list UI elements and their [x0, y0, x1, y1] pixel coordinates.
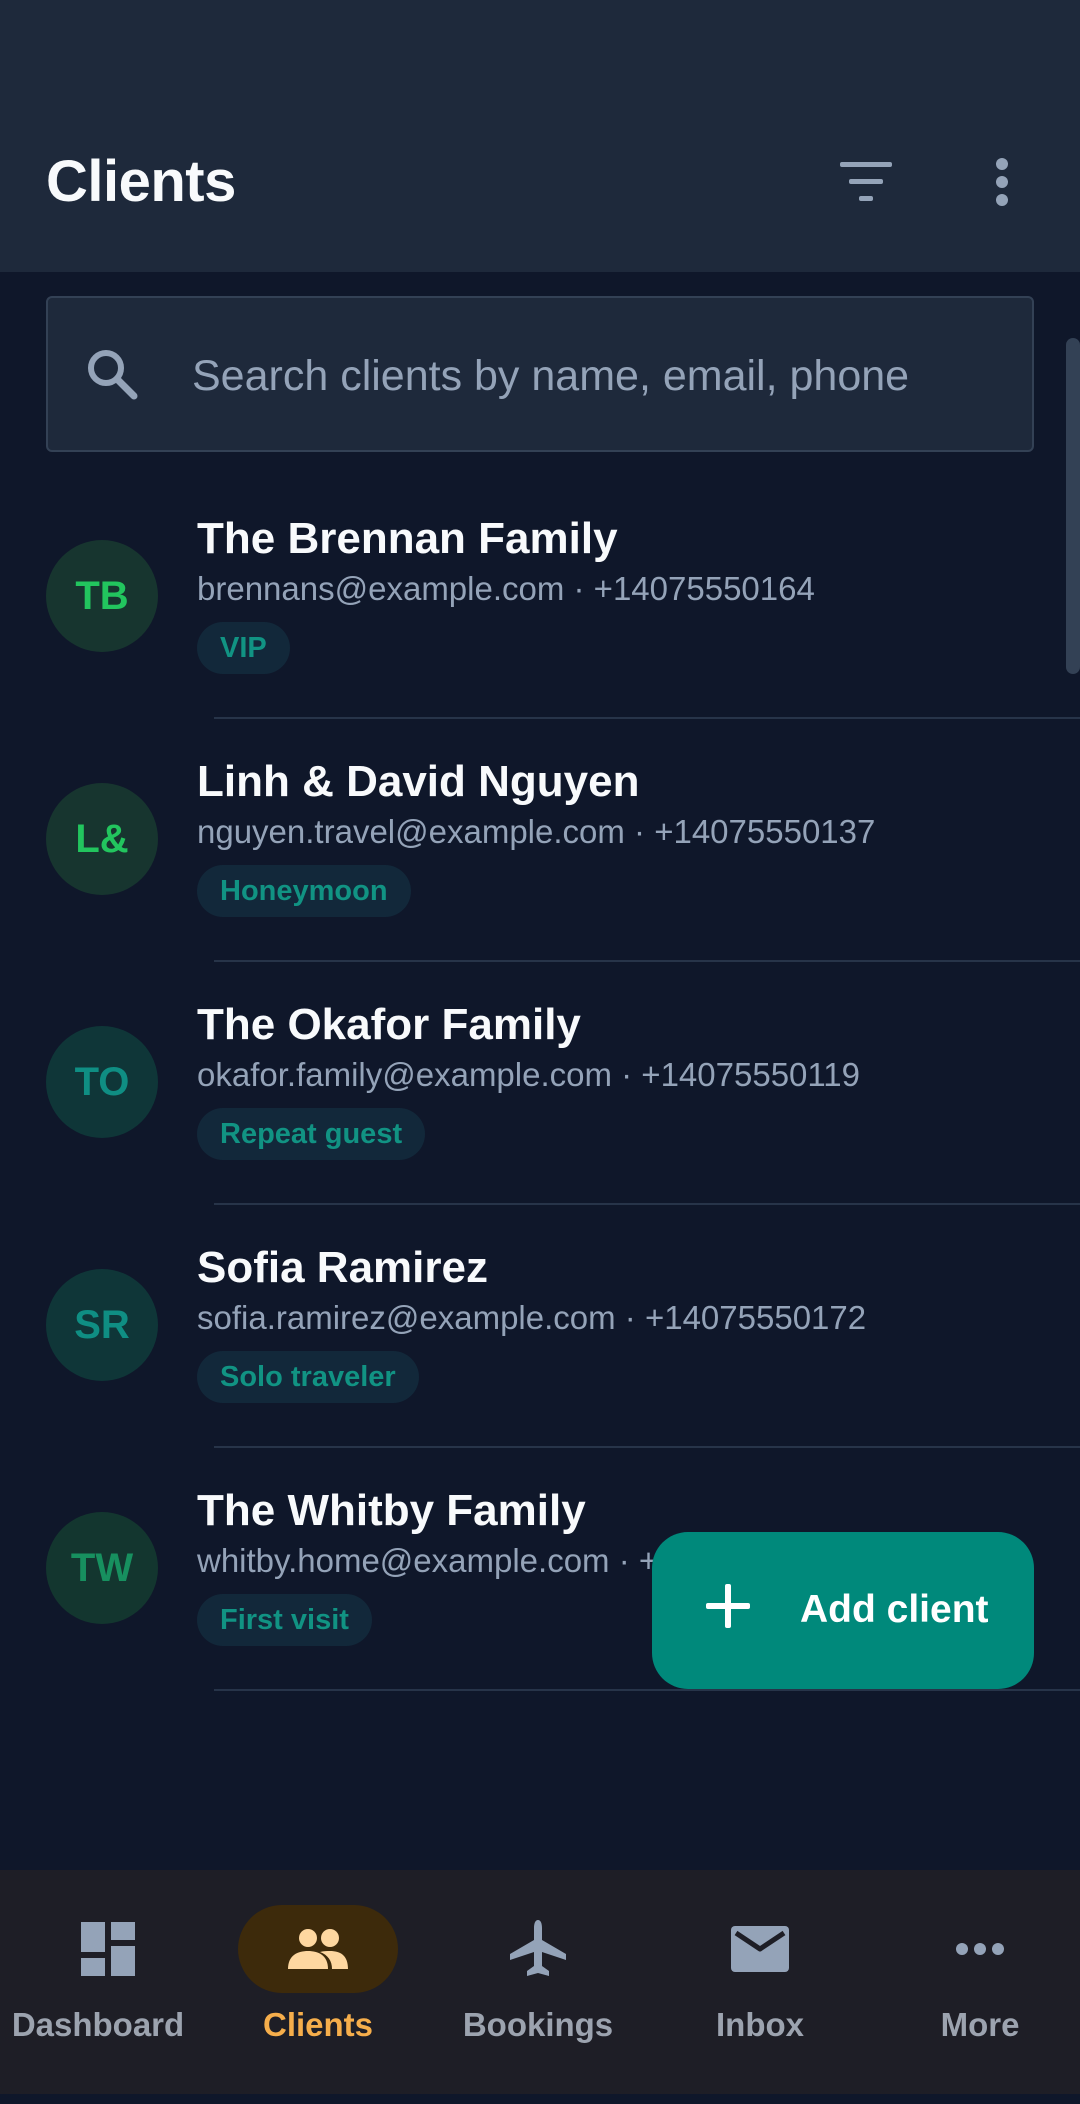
avatar: TO [46, 1026, 158, 1138]
client-contact: sofia.ramirez@example.com · +14075550172 [197, 1299, 867, 1336]
client-name: The Brennan Family [197, 514, 618, 563]
client-tag: Repeat guest [197, 1108, 426, 1160]
avatar: SR [46, 1269, 158, 1381]
avatar: L& [46, 783, 158, 895]
nav-icon-container [900, 1905, 1060, 1993]
add-client-button[interactable]: Add client [652, 1532, 1034, 1689]
add-client-label: Add client [800, 1588, 989, 1631]
client-row[interactable]: L& Linh & David Nguyen nguyen.travel@exa… [0, 719, 1080, 962]
bottom-navigation: Dashboard Clients Bookings Inbox More [0, 1870, 1080, 2094]
client-name: Sofia Ramirez [197, 1243, 488, 1292]
nav-item-inbox[interactable]: Inbox [680, 1870, 896, 2094]
nav-item-dashboard[interactable]: Dashboard [0, 1870, 216, 2094]
plus-icon [706, 1584, 750, 1628]
nav-label: Inbox [716, 2006, 804, 2043]
client-name: Linh & David Nguyen [197, 757, 640, 806]
nav-item-bookings[interactable]: Bookings [458, 1870, 674, 2094]
people-icon [288, 1929, 348, 1969]
filter-button[interactable] [826, 146, 906, 218]
divider [214, 1689, 1080, 1691]
nav-label: Dashboard [11, 2006, 185, 2043]
client-row[interactable]: TB The Brennan Family brennans@example.c… [0, 476, 1080, 719]
avatar: TW [46, 1512, 158, 1624]
nav-label: Bookings [462, 2006, 614, 2043]
client-tag: VIP [197, 622, 290, 674]
nav-item-more[interactable]: More [900, 1870, 1080, 2094]
nav-icon-container [680, 1905, 840, 1993]
client-name: The Okafor Family [197, 1000, 581, 1049]
more-vertical-icon [996, 158, 1008, 206]
client-row[interactable]: SR Sofia Ramirez sofia.ramirez@example.c… [0, 1205, 1080, 1448]
client-contact: brennans@example.com · +14075550164 [197, 570, 815, 607]
client-tag: Honeymoon [197, 865, 411, 917]
nav-item-clients[interactable]: Clients [238, 1870, 454, 2094]
search-input[interactable] [192, 338, 1012, 414]
nav-icon-container [28, 1905, 188, 1993]
nav-label: More [940, 2006, 1020, 2043]
system-gesture-area [0, 2094, 1080, 2104]
mail-icon [731, 1926, 789, 1972]
dashboard-icon [81, 1922, 135, 1976]
client-contact: okafor.family@example.com · +14075550119 [197, 1056, 861, 1093]
page-title: Clients [46, 149, 236, 214]
avatar: TB [46, 540, 158, 652]
client-row[interactable]: TO The Okafor Family okafor.family@examp… [0, 962, 1080, 1205]
more-horizontal-icon [956, 1943, 1004, 1955]
client-list: TB The Brennan Family brennans@example.c… [0, 476, 1080, 1691]
filter-icon [840, 162, 892, 201]
airplane-icon [510, 1920, 566, 1976]
overflow-menu-button[interactable] [962, 146, 1042, 218]
search-field[interactable] [46, 296, 1034, 452]
nav-icon-container [458, 1905, 618, 1993]
app-bar: Clients [0, 0, 1080, 272]
client-tag: First visit [197, 1594, 372, 1646]
search-icon [88, 350, 138, 400]
nav-label: Clients [262, 2006, 374, 2043]
nav-icon-container-active [238, 1905, 398, 1993]
client-contact: nguyen.travel@example.com · +14075550137 [197, 813, 876, 850]
clients-screen: Clients TB The Brennan Fami [0, 0, 1080, 2104]
client-name: The Whitby Family [197, 1486, 586, 1535]
client-tag: Solo traveler [197, 1351, 419, 1403]
